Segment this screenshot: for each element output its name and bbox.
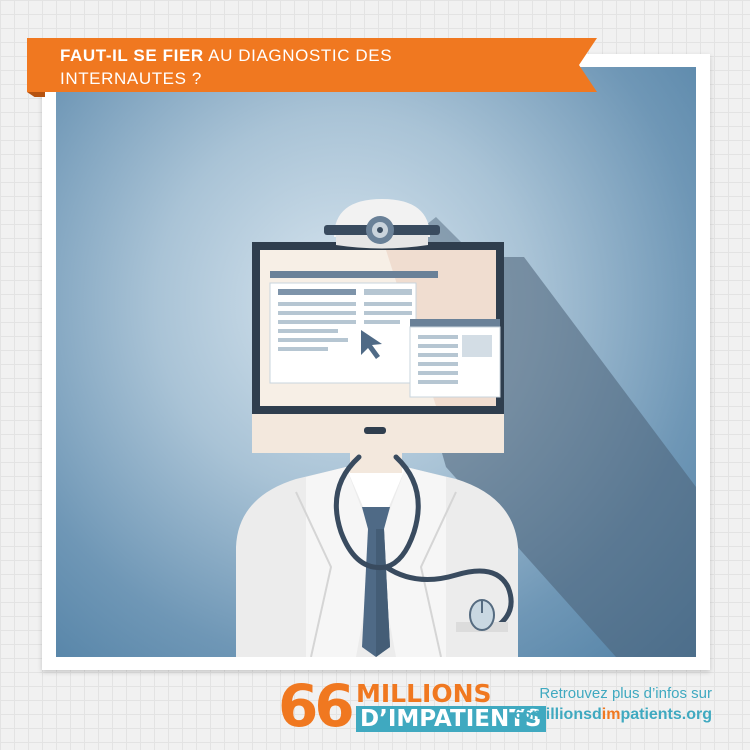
brand-logo: 66 MILLIONS D’IMPATIENTS [278,674,546,738]
banner-title-rest: AU DIAGNOSTIC DES [203,46,393,65]
footer-tagline: Retrouvez plus d’infos sur [539,685,712,702]
mouse-icon [469,599,495,631]
illustration-card [42,54,710,670]
url-part-1: 66millionsd [513,706,602,723]
title-banner: FAUT-IL SE FIER AU DIAGNOSTIC DES INTERN… [27,38,597,97]
logo-word-millions: MILLIONS [356,679,492,708]
head-mirror-icon [324,199,440,249]
url-part-2: im [601,706,621,723]
logo-number: 66 [278,672,355,740]
banner-title-bold: FAUT-IL SE FIER [60,46,204,65]
footer-website-link[interactable]: 66millionsdimpatients.org [514,704,712,726]
banner-title-line2: INTERNAUTES ? [60,69,202,88]
footer-info: Retrouvez plus d’infos sur 66millionsdim… [514,684,712,726]
banner-title: FAUT-IL SE FIER AU DIAGNOSTIC DES INTERN… [60,44,600,90]
url-part-3: patients.org [620,706,712,723]
doctor-illustration [56,67,696,657]
